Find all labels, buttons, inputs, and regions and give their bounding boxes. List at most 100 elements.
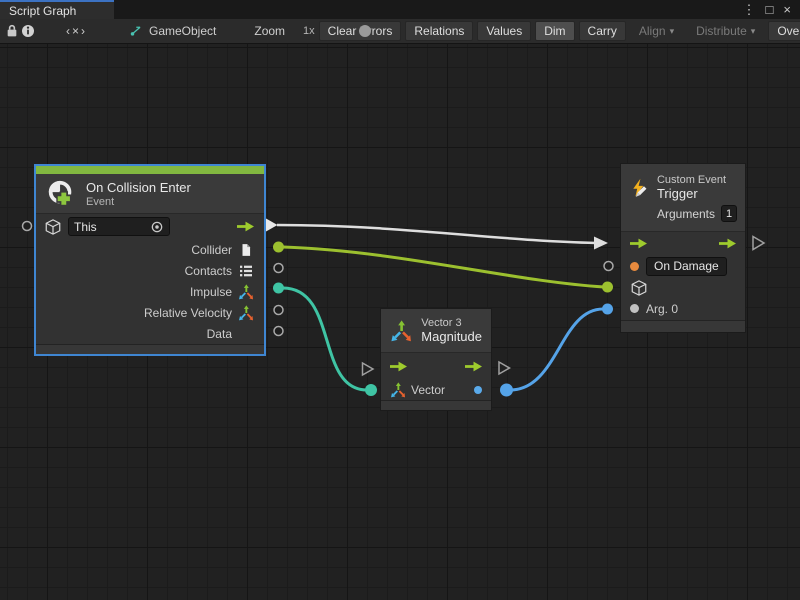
window-controls: ⋮ □ × [743,0,800,19]
arguments-label: Arguments [657,207,715,221]
script-graph-window: Script Graph ⋮ □ × ‹×› GameObject Zoom 1… [0,0,800,600]
object-picker-icon[interactable] [150,220,164,234]
node-title: Trigger [657,186,737,201]
button-label: Relations [414,24,464,38]
dim-button[interactable]: Dim [535,21,574,41]
relations-button[interactable]: Relations [405,21,473,41]
flow-port-row [621,232,745,254]
port-v3-vector-input[interactable] [365,384,377,396]
contacts-list-icon [238,263,254,279]
vector3-icon [390,382,406,398]
port-v3-flow-output[interactable] [499,362,510,374]
object-port-dot [630,304,639,313]
tab-script-graph[interactable]: Script Graph [0,0,114,19]
graph-owner[interactable]: GameObject [129,24,216,38]
flow-in-arrow-icon [390,361,407,372]
port-impulse-output[interactable] [273,283,284,294]
node-trigger-custom-event[interactable]: Custom Event Trigger Arguments 1 On Dama… [620,163,746,333]
wire-flow-white[interactable] [277,225,596,243]
info-icon [20,23,36,39]
button-label: Align [639,24,666,38]
port-event-target-input[interactable] [602,282,613,293]
node-title: Magnitude [421,329,482,344]
chevron-down-icon: ▾ [751,26,756,37]
values-button[interactable]: Values [477,21,531,41]
maximize-icon[interactable]: □ [766,3,774,16]
close-icon[interactable]: × [783,3,791,16]
node-vector3-magnitude[interactable]: Vector 3 Magnitude Vector [380,308,492,411]
event-name-field[interactable]: On Damage [646,257,727,276]
port-v3-flow-input[interactable] [363,363,374,375]
wire-impulse-teal[interactable] [283,288,367,390]
collision-event-icon [46,179,76,209]
port-label: Arg. 0 [646,302,678,316]
float-output-dot [474,386,482,394]
gameobject-cube-icon [630,279,648,297]
align-dropdown[interactable]: Align ▾ [630,21,683,41]
vector3-icon [238,305,254,321]
flow-in-arrow-icon [630,238,647,249]
event-color-strip [36,166,264,174]
vector3-icon [238,284,254,300]
zoom-label: Zoom [254,24,285,38]
inspect-button[interactable] [20,21,36,42]
string-port-dot [630,262,639,271]
port-event-name-input[interactable] [604,262,613,271]
port-row-relative-velocity: Relative Velocity [36,302,264,323]
port-row-arg0: Arg. 0 [621,297,745,320]
node-category: Custom Event [657,174,737,186]
port-flow-output[interactable] [266,219,278,232]
port-event-flow-output[interactable] [753,237,764,250]
port-label: Contacts [185,264,232,278]
flow-port-row [381,353,491,380]
port-label: Impulse [190,285,232,299]
button-label: Carry [588,24,617,38]
port-row-vector: Vector [381,380,491,400]
port-collider-output[interactable] [273,242,284,253]
port-label: Vector [411,383,445,397]
wire-flow-arrowhead [594,237,608,250]
node-subtitle: Event [86,196,191,208]
overview-button[interactable]: Overv [768,21,800,41]
arguments-count-field[interactable]: 1 [721,205,737,222]
flow-out-arrow-icon [465,361,482,372]
port-label: Data [207,327,232,341]
port-arg0-input[interactable] [602,304,613,315]
node-footer [36,344,264,354]
port-row-impulse: Impulse [36,281,264,302]
graph-toolbar: ‹×› GameObject Zoom 1x Clear Errors Rela… [0,19,800,44]
port-row-contacts: Contacts [36,260,264,281]
button-label: Overv [777,24,800,38]
arguments-count-value: 1 [726,208,732,220]
wire-collider-green[interactable] [283,247,604,287]
code-icon: ‹×› [66,24,87,38]
menu-icon[interactable]: ⋮ [743,3,756,16]
port-label: Collider [191,243,232,257]
tab-title: Script Graph [9,4,76,18]
port-row-collider: Collider [36,239,264,260]
port-this-input[interactable] [23,222,32,231]
lock-button[interactable] [4,21,20,42]
custom-event-icon [629,174,649,202]
this-field-value: This [74,220,97,234]
gameobject-cube-icon [44,218,62,236]
zoom-value: 1x [303,25,315,37]
node-on-collision-enter[interactable]: On Collision Enter Event This Collider C… [35,165,265,355]
carry-button[interactable]: Carry [579,21,626,41]
port-contacts-output[interactable] [274,264,283,273]
node-category: Vector 3 [421,317,482,329]
this-target-field[interactable]: This [68,217,170,236]
code-view-button[interactable]: ‹×› [48,24,105,38]
port-row-event-name: On Damage [621,254,745,278]
port-label: Relative Velocity [144,306,232,320]
vector3-icon [390,318,412,344]
node-footer [381,400,491,410]
port-relative-velocity-output[interactable] [274,306,283,315]
flow-out-arrow-icon [237,221,254,232]
zoom-slider-handle[interactable] [359,25,371,37]
distribute-dropdown[interactable]: Distribute ▾ [687,21,764,41]
wire-magnitude-blue[interactable] [510,309,603,390]
port-data-output[interactable] [274,327,283,336]
port-v3-magnitude-output[interactable] [500,384,513,397]
chevron-down-icon: ▾ [670,26,675,37]
